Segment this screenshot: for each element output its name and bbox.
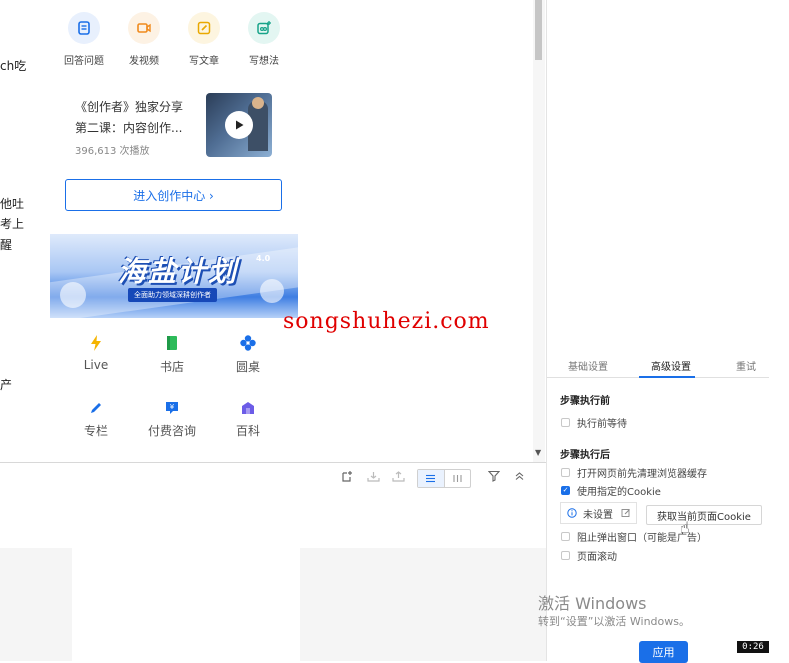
banner-title: 海盐计划 xyxy=(118,255,239,288)
view-mode-toggle[interactable] xyxy=(417,469,471,488)
creator-center-button[interactable]: 进入创作中心 › xyxy=(65,179,282,211)
site-watermark: songshuhezi.com xyxy=(283,309,490,334)
checkbox[interactable] xyxy=(561,468,570,477)
grid-item-encyclopedia[interactable]: 百科 xyxy=(207,400,289,439)
banner-subtitle: 全面助力领域深耕创作者 xyxy=(128,288,217,302)
promo-video-thumbnail[interactable] xyxy=(206,93,272,157)
play-icon xyxy=(225,111,253,139)
left-text-fragment: 他吐 xyxy=(0,197,25,211)
promo-title-line: 第二课：内容创作... xyxy=(75,121,183,135)
quick-action-label: 发视频 xyxy=(129,56,159,67)
edit-icon[interactable] xyxy=(621,508,631,518)
option-wait-before-exec[interactable]: 执行前等待 xyxy=(561,415,627,430)
consult-icon: ¥ xyxy=(166,402,178,414)
left-text-fragment: 产 xyxy=(0,378,13,392)
filter-icon[interactable] xyxy=(487,470,501,485)
add-step-icon[interactable] xyxy=(341,470,353,486)
windows-activation-title: 激活 Windows xyxy=(538,594,647,613)
grid-item-label: 付费咨询 xyxy=(147,424,196,438)
edit-icon xyxy=(188,12,220,44)
section-after-step: 步骤执行后 xyxy=(560,450,610,461)
promo-view-count: 396,613 次播放 xyxy=(75,146,150,157)
checkbox[interactable] xyxy=(561,551,570,560)
active-tab-indicator xyxy=(639,376,695,378)
quick-action-label: 写想法 xyxy=(249,56,279,67)
option-label: 页面滚动 xyxy=(577,552,617,563)
option-clear-cache[interactable]: 打开网页前先清理浏览器缓存 xyxy=(561,465,707,480)
quick-action-video[interactable]: 发视频 xyxy=(114,12,174,67)
roundtable-icon xyxy=(240,335,256,351)
tab-advanced-settings[interactable]: 高级设置 xyxy=(651,358,691,373)
svg-text:¥: ¥ xyxy=(170,403,175,411)
answer-icon xyxy=(68,12,100,44)
hand-cursor-icon: ☝ xyxy=(680,518,690,537)
grid-item-bookstore[interactable]: 书店 xyxy=(131,334,213,375)
option-label: 打开网页前先清理浏览器缓存 xyxy=(577,469,707,480)
grid-item-column[interactable]: 专栏 xyxy=(55,400,137,439)
checkbox[interactable] xyxy=(561,532,570,541)
upload-icon[interactable] xyxy=(392,470,405,486)
quick-action-article[interactable]: 写文章 xyxy=(174,12,234,67)
creator-sidebar-panel: 回答问题 发视频 写文章 写想法 《创作者》独家分享 第二课：内容创作... 3… xyxy=(50,0,298,462)
download-icon[interactable] xyxy=(367,470,380,486)
quick-action-idea[interactable]: 写想法 xyxy=(234,12,294,67)
vertical-scrollbar[interactable] xyxy=(533,0,545,462)
column-view-icon[interactable] xyxy=(445,470,471,487)
promo-title[interactable]: 《创作者》独家分享 第二课：内容创作... xyxy=(75,97,183,139)
quick-action-label: 回答问题 xyxy=(64,56,104,67)
hai-yan-plan-banner[interactable]: 海盐计划 4.0 全面助力领域深耕创作者 xyxy=(50,234,298,318)
left-text-fragment: 考上 xyxy=(0,217,25,231)
section-before-step: 步骤执行前 xyxy=(560,396,610,407)
quick-action-label: 写文章 xyxy=(189,56,219,67)
option-use-cookie[interactable]: ✓ 使用指定的Cookie xyxy=(561,483,661,498)
tab-basic-settings[interactable]: 基础设置 xyxy=(568,358,608,373)
bottom-left-area xyxy=(0,548,72,661)
tab-retry[interactable]: 重试 xyxy=(736,358,756,373)
pen-icon xyxy=(91,403,101,413)
idea-icon xyxy=(248,12,280,44)
grid-item-label: 百科 xyxy=(235,424,260,438)
option-label: 使用指定的Cookie xyxy=(577,487,661,498)
apply-button[interactable]: 应用 xyxy=(639,641,688,663)
grid-item-label: 专栏 xyxy=(83,424,108,438)
grid-item-roundtable[interactable]: 圆桌 xyxy=(207,334,289,375)
scrollbar-thumb[interactable] xyxy=(535,0,542,60)
settings-panel-divider xyxy=(546,0,547,661)
left-text-fragment: ch吃 xyxy=(0,59,27,73)
lightning-icon xyxy=(91,335,101,351)
encyclopedia-icon xyxy=(242,402,254,414)
video-icon xyxy=(128,12,160,44)
grid-item-paid-consult[interactable]: ¥ 付费咨询 xyxy=(131,400,213,439)
windows-activation-hint: 转到“设置”以激活 Windows。 xyxy=(538,615,690,628)
option-label: 执行前等待 xyxy=(577,419,627,430)
get-cookie-button[interactable]: 获取当前页面Cookie xyxy=(646,505,762,525)
grid-item-label: 圆桌 xyxy=(235,360,260,374)
cookie-status-text: 未设置 xyxy=(583,509,613,521)
bottom-middle-area xyxy=(300,548,546,661)
info-icon xyxy=(567,508,577,518)
promo-title-line: 《创作者》独家分享 xyxy=(75,100,184,114)
option-page-scroll[interactable]: 页面滚动 xyxy=(561,548,617,563)
checkbox[interactable] xyxy=(561,418,570,427)
list-view-icon[interactable] xyxy=(418,470,445,487)
book-icon xyxy=(167,336,177,350)
grid-item-label: 书店 xyxy=(159,360,184,374)
banner-badge: 4.0 xyxy=(256,254,271,263)
grid-item-live[interactable]: Live xyxy=(55,334,137,372)
scroll-down-arrow-icon[interactable]: ▼ xyxy=(535,448,541,457)
grid-item-label: Live xyxy=(83,358,109,372)
right-edge-strip xyxy=(769,0,789,661)
checkbox-checked[interactable]: ✓ xyxy=(561,486,570,495)
cookie-status-box[interactable]: 未设置 xyxy=(560,502,637,524)
settings-tabs: 基础设置 高级设置 重试 xyxy=(547,350,769,378)
collapse-up-icon[interactable] xyxy=(514,470,525,484)
panel-divider xyxy=(0,462,546,463)
video-timer: 0:26 xyxy=(737,641,769,653)
left-text-fragment: 醒 xyxy=(0,238,13,252)
quick-action-answer[interactable]: 回答问题 xyxy=(54,12,114,67)
quick-actions: 回答问题 发视频 写文章 写想法 xyxy=(50,12,298,67)
